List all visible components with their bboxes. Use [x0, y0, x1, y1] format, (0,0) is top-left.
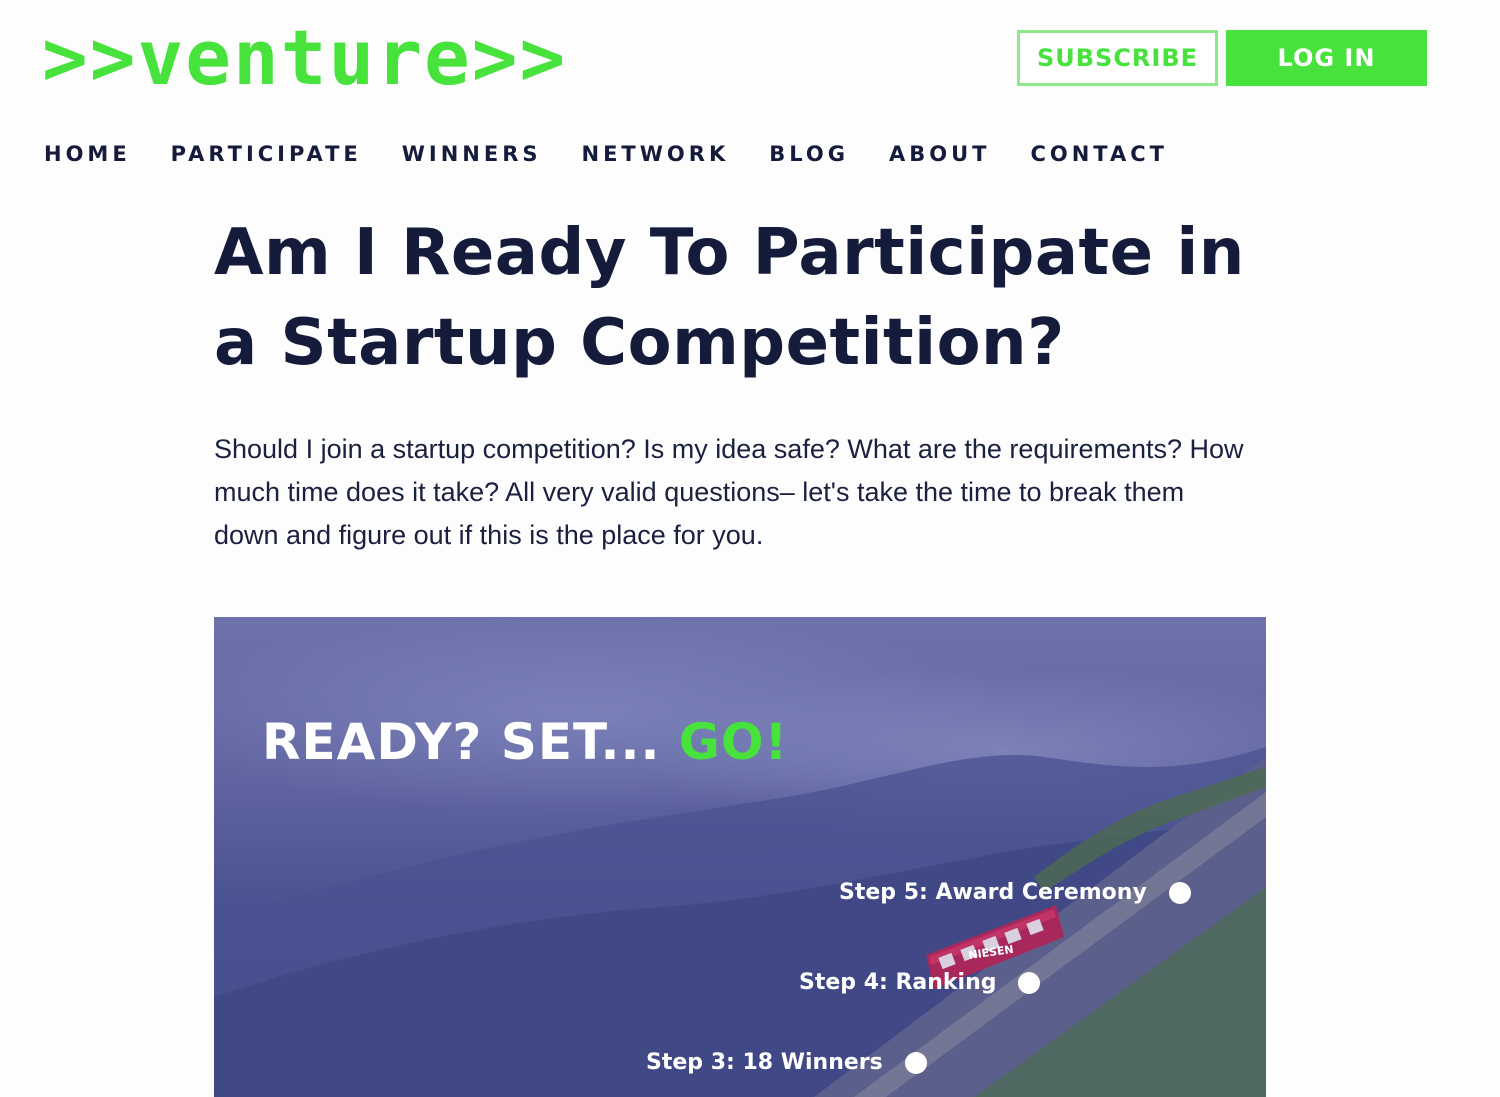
- hero-heading: READY? SET... GO!: [262, 713, 788, 771]
- step-label: Step 4: Ranking: [799, 970, 997, 995]
- step-dot-icon: [1168, 881, 1191, 904]
- nav-item-contact[interactable]: CONTACT: [1030, 142, 1168, 166]
- nav-item-participate[interactable]: PARTICIPATE: [171, 142, 362, 166]
- article-intro: Should I join a startup competition? Is …: [214, 434, 1244, 550]
- nav-item-network[interactable]: NETWORK: [582, 142, 730, 166]
- hero-image: NIESEN READY? SET... GO! Step 5: Award C…: [214, 617, 1266, 1097]
- login-button[interactable]: LOG IN: [1226, 30, 1427, 86]
- nav-item-about[interactable]: ABOUT: [889, 142, 991, 166]
- step-3-winners: Step 3: 18 Winners: [646, 1050, 927, 1075]
- nav-item-home[interactable]: HOME: [44, 142, 131, 166]
- venture-logo[interactable]: >>venture>>: [42, 8, 567, 108]
- nav-item-winners[interactable]: WINNERS: [402, 142, 542, 166]
- step-label: Step 5: Award Ceremony: [839, 880, 1147, 905]
- main-nav: HOME PARTICIPATE WINNERS NETWORK BLOG AB…: [44, 142, 1208, 166]
- nav-item-blog[interactable]: BLOG: [769, 142, 849, 166]
- step-label: Step 3: 18 Winners: [646, 1050, 883, 1075]
- article-title: Am I Ready To Participate in a Startup C…: [214, 216, 1245, 380]
- step-dot-icon: [1018, 971, 1041, 994]
- step-4-ranking: Step 4: Ranking: [799, 970, 1041, 995]
- hero-heading-main: READY? SET...: [262, 713, 679, 771]
- hero-heading-accent: GO!: [678, 713, 789, 771]
- subscribe-button[interactable]: SUBSCRIBE: [1017, 30, 1218, 86]
- step-5-award-ceremony: Step 5: Award Ceremony: [839, 880, 1191, 905]
- mountain-illustration: NIESEN: [214, 747, 1266, 1097]
- step-dot-icon: [904, 1051, 927, 1074]
